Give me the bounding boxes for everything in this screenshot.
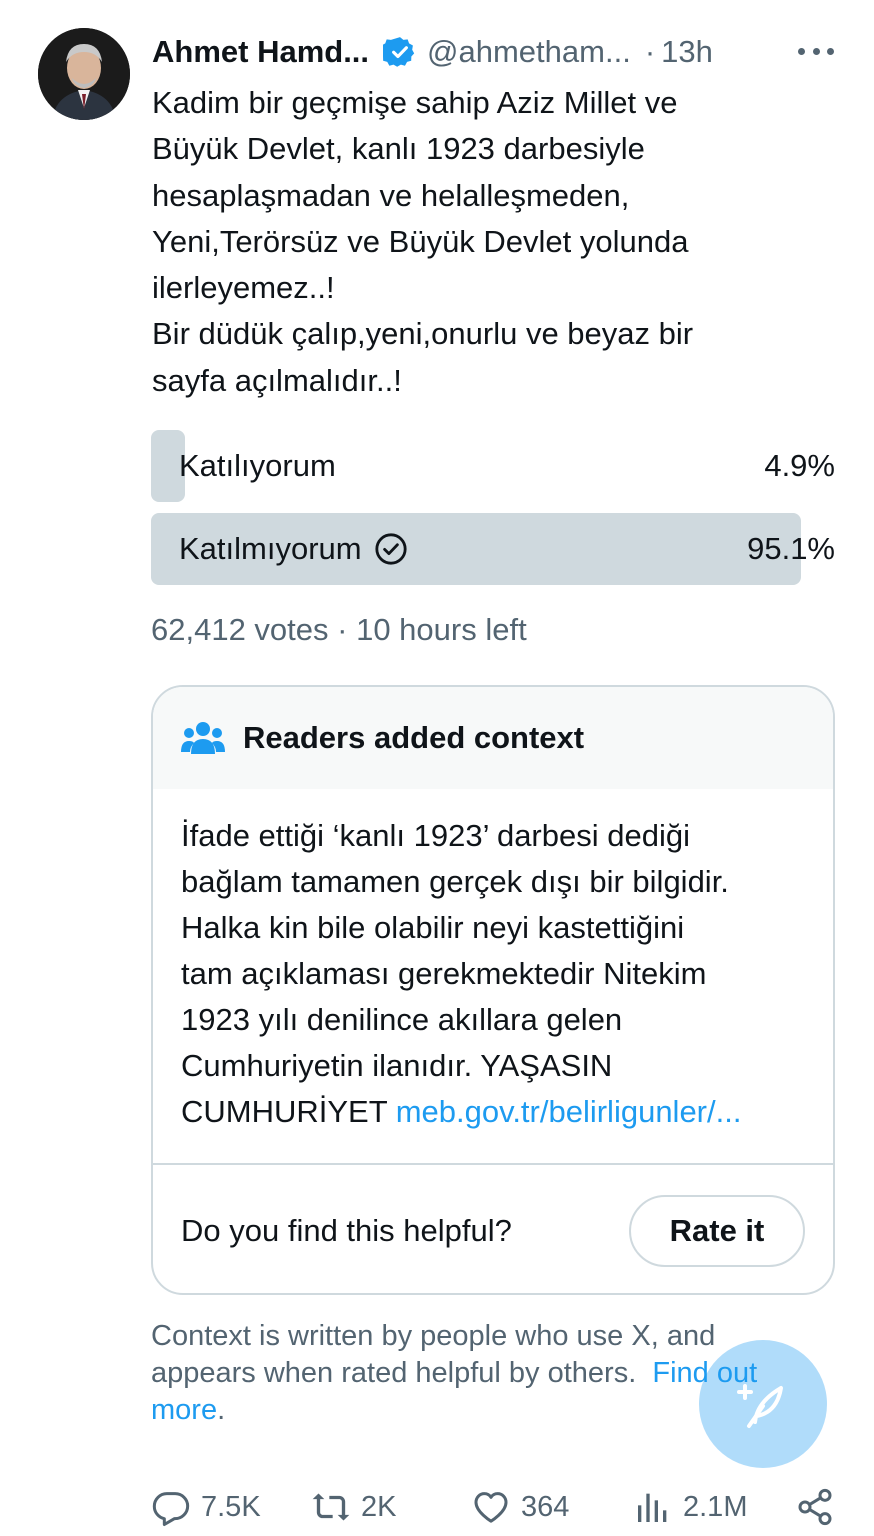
feather-plus-icon xyxy=(737,1384,783,1428)
views-count: 2.1M xyxy=(683,1490,748,1523)
profile-photo xyxy=(38,28,130,120)
context-footer-line: appears when rated helpful by others. xyxy=(151,1357,653,1389)
action-bar: 7.5K 2K 364 2.1M xyxy=(151,1484,841,1530)
context-footer-period: . xyxy=(217,1394,226,1426)
reply-count: 7.5K xyxy=(201,1490,261,1523)
note-line-last: CUMHURİYET meb.gov.tr/belirligunler/... xyxy=(181,1089,821,1135)
tweet-text-line: sayfa açılmalıdır..! xyxy=(152,362,402,398)
handle[interactable]: @ahmetham... xyxy=(427,34,631,70)
note-source-link[interactable]: meb.gov.tr/belirligunler/... xyxy=(396,1094,742,1129)
poll-option-percent: 95.1% xyxy=(747,531,835,566)
note-line: tam açıklaması gerekmektedir Nitekim xyxy=(181,956,707,991)
poll-option-label: Katılıyorum xyxy=(179,448,336,483)
check-circle-icon xyxy=(374,532,408,566)
views-chart-icon xyxy=(638,1493,667,1522)
timestamp[interactable]: 13h xyxy=(661,34,713,70)
like-count: 364 xyxy=(521,1490,570,1523)
tweet-text-line: ilerleyemez..! xyxy=(152,270,335,306)
poll-option-percent: 4.9% xyxy=(764,448,835,483)
note-line: CUMHURİYET xyxy=(181,1094,396,1129)
note-line: İfade ettiği ‘kanlı 1923’ darbesi dediği xyxy=(181,818,690,853)
verified-badge-icon xyxy=(380,35,417,69)
find-out-more-link[interactable]: more xyxy=(151,1394,217,1426)
share-button[interactable] xyxy=(795,1484,845,1530)
like-button[interactable]: 364 xyxy=(471,1484,569,1530)
rate-it-button[interactable]: Rate it xyxy=(629,1195,805,1267)
poll-option-agree: Katılıyorum 4.9% xyxy=(151,430,835,502)
repost-button[interactable]: 2K xyxy=(311,1484,396,1530)
poll-meta: 62,412 votes · 10 hours left xyxy=(151,612,527,647)
heart-icon xyxy=(474,1492,508,1523)
avatar[interactable] xyxy=(38,28,130,120)
more-options-icon[interactable] xyxy=(798,36,834,66)
share-icon xyxy=(798,1488,832,1526)
reply-icon xyxy=(152,1492,190,1526)
compose-post-button[interactable] xyxy=(699,1340,827,1468)
note-line: Halka kin bile olabilir neyi kastettiğin… xyxy=(181,910,685,945)
repost-count: 2K xyxy=(361,1490,397,1523)
community-note-card[interactable]: Readers added context İfade ettiği ‘kanl… xyxy=(151,685,835,1295)
note-header: Readers added context xyxy=(153,687,833,789)
tweet-text: Kadim bir geçmişe sahip Aziz Millet ve B… xyxy=(152,80,842,404)
tweet-text-line: hesaplaşmadan ve helalleşmeden, xyxy=(152,177,630,213)
repost-icon xyxy=(312,1493,350,1521)
note-title: Readers added context xyxy=(243,720,585,755)
tweet-text-line: Bir düdük çalıp,yeni,onurlu ve beyaz bir xyxy=(152,316,694,352)
helpful-question: Do you find this helpful? xyxy=(181,1213,512,1248)
display-name[interactable]: Ahmet Hamd... xyxy=(152,34,369,70)
views-button[interactable]: 2.1M xyxy=(633,1484,747,1530)
divider xyxy=(153,1163,833,1165)
tweet-text-line: Yeni,Terörsüz ve Büyük Devlet yolunda xyxy=(152,223,689,259)
poll-option-disagree: Katılmıyorum 95.1% xyxy=(151,513,835,585)
poll-option-label-wrap: Katılmıyorum xyxy=(179,513,408,585)
note-body: İfade ettiği ‘kanlı 1923’ darbesi dediği… xyxy=(181,813,821,1135)
people-icon xyxy=(181,720,225,756)
poll-option-label: Katılmıyorum xyxy=(179,531,362,566)
tweet-header: Ahmet Hamd... @ahmetham... · 13h xyxy=(152,28,842,76)
note-line: 1923 yılı denilince akıllara gelen xyxy=(181,1002,623,1037)
note-line: Cumhuriyetin ilanıdır. YAŞASIN xyxy=(181,1048,613,1083)
reply-button[interactable]: 7.5K xyxy=(151,1484,261,1530)
tweet-text-line: Kadim bir geçmişe sahip Aziz Millet ve xyxy=(152,85,678,120)
separator-dot: · xyxy=(644,34,656,69)
tweet-text-line: Büyük Devlet, kanlı 1923 darbesiyle xyxy=(152,131,645,167)
note-line: bağlam tamamen gerçek dışı bir bilgidir. xyxy=(181,864,729,899)
